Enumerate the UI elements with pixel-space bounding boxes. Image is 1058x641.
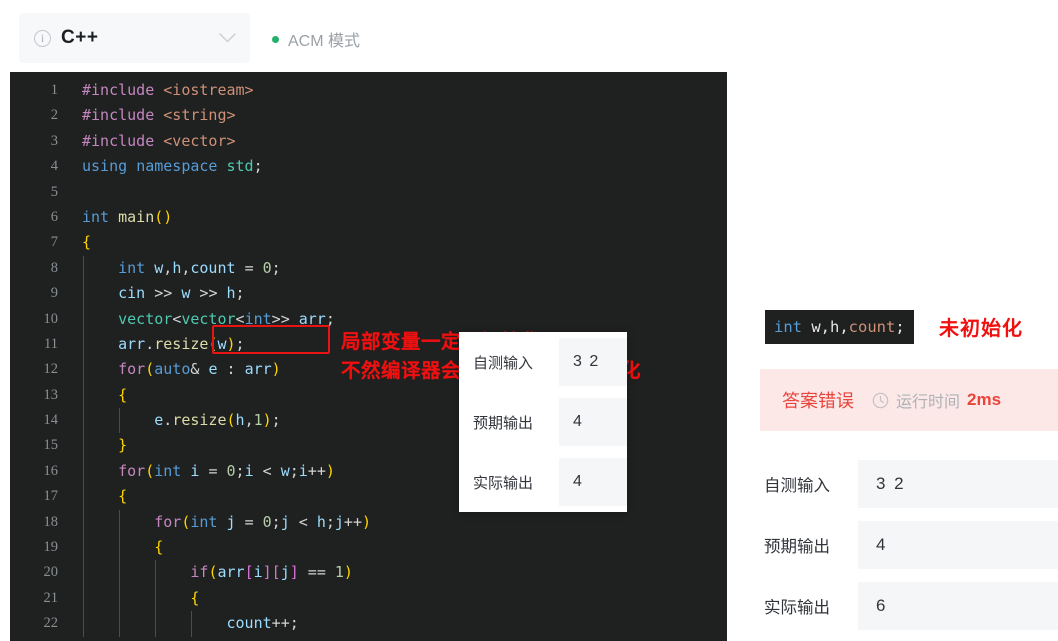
runtime-label: 运行时间 [896,394,961,411]
line-code: count++; [226,614,299,633]
line-code: { [118,385,128,404]
code-line[interactable]: 22 count++; [10,611,727,637]
snippet-name: count [848,318,896,336]
code-line[interactable]: 3 #include <vector> [10,129,727,154]
line-number: 11 [44,335,58,352]
line-code: for(auto& e : arr) [118,360,281,379]
snippet-vars: w,h, [802,318,849,336]
line-code: #include <string> [82,106,236,125]
code-line[interactable]: 19 { [10,535,727,561]
line-number: 9 [50,285,58,302]
line-number: 5 [50,183,58,200]
info-circle-icon: i [34,29,51,47]
chevron-down-icon[interactable] [219,33,236,43]
line-number: 4 [50,158,58,175]
panel-label-expected: 预期输出 [764,537,830,556]
float-row-expected: 预期输出 4 [459,392,627,452]
line-number: 16 [43,462,59,479]
line-code: #include <iostream> [82,81,254,99]
float-value-input: 3 2 [559,338,627,386]
line-code: int main() [82,207,173,226]
float-label-input: 自测输入 [473,354,534,372]
line-number: 12 [43,361,59,378]
language-label: C++ [61,27,99,48]
code-line[interactable]: 20 if(arr[i][j] == 1) [10,560,727,586]
line-number: 13 [43,386,59,403]
line-code: #include <vector> [82,131,236,150]
language-selector[interactable]: i C++ [19,13,250,63]
code-line[interactable]: 18 for(int j = 0;j < h;j++) [10,509,727,536]
line-number: 22 [43,615,59,632]
floating-result-card: 自测输入 3 2 预期输出 4 实际输出 4 [459,332,627,512]
code-line[interactable]: 9 cin >> w >> h; [10,281,727,307]
line-code: { [82,233,92,252]
panel-value-input[interactable]: 3 2 [858,459,1058,508]
status-dot-icon [272,35,279,43]
panel-value-actual: 6 [858,581,1058,630]
line-number: 20 [43,564,59,581]
line-code: for(int j = 0;j < h;j++) [154,512,371,531]
float-label-expected: 预期输出 [473,414,534,432]
snippet-end: ; [895,318,905,336]
line-number: 14 [43,412,59,429]
float-value-expected: 4 [559,398,627,446]
line-number: 15 [43,437,59,454]
acm-mode-indicator: ACM 模式 [272,26,360,52]
line-code: for(int i = 0;i < w;i++) [118,461,335,480]
line-number: 21 [43,589,59,606]
code-line[interactable]: 5 [10,180,727,205]
line-number: 18 [43,513,59,530]
line-code: if(arr[i][j] == 1) [190,563,353,582]
line-number: 10 [43,310,59,327]
app-root: i C++ ACM 模式 1 #include <iostream> 2 #inclu… [0,0,1058,641]
float-row-input: 自测输入 3 2 [459,332,627,392]
line-number: 7 [50,234,58,251]
panel-value-expected: 4 [858,520,1058,569]
line-code: { [190,588,200,607]
status-banner: 答案错误 运行时间 2ms [760,369,1058,431]
panel-label-actual: 实际输出 [764,598,830,617]
acm-mode-label: ACM 模式 [288,33,361,50]
code-line[interactable]: 7{ [10,230,727,255]
line-number: 8 [50,259,58,276]
code-line[interactable]: 2 #include <string> [10,103,727,128]
panel-row-input: 自测输入 3 2 [740,453,1058,514]
line-code: vector<vector<int>> arr; [118,309,335,328]
line-code: { [154,538,164,557]
code-snippet-uninitialized: int w,h, count; [765,310,914,344]
float-value-actual: 4 [559,458,627,506]
panel-row-actual: 实际输出 6 [740,575,1058,636]
runtime-value: 2ms [967,390,1002,409]
panel-label-input: 自测输入 [764,476,830,495]
panel-row-expected: 预期输出 4 [740,514,1058,575]
code-line[interactable]: 8 int w,h,count = 0; [10,255,727,282]
float-label-actual: 实际输出 [473,474,534,492]
code-line[interactable]: 21 { [10,585,727,612]
result-panel: int w,h, count; 未初始化 答案错误 运行时间 2ms 自测输入 3… [740,72,1058,641]
status-verdict: 答案错误 [782,391,854,411]
line-code: cin >> w >> h; [118,284,245,303]
line-code: { [118,487,128,506]
line-code: arr.resize(w); [118,334,245,353]
line-number: 2 [50,107,58,124]
code-line[interactable]: 4 using namespace std; [10,154,727,179]
float-row-actual: 实际输出 4 [459,452,627,512]
line-code: using namespace std; [82,157,263,176]
snippet-keyword: int [774,318,802,336]
code-line[interactable]: 6 int main() [10,205,727,230]
line-code: } [118,436,128,455]
line-number: 3 [50,132,58,149]
line-code: e.resize(h,1); [154,411,281,430]
line-number: 17 [43,488,59,505]
line-number: 6 [50,208,58,225]
code-line[interactable]: 1 #include <iostream> [10,78,727,103]
line-code: int w,h,count = 0; [118,258,281,277]
top-toolbar: i C++ ACM 模式 [0,0,1058,72]
clock-icon [872,392,889,409]
line-number: 1 [50,82,58,98]
line-number: 19 [43,539,59,556]
annotation-uninitialized: 未初始化 [939,316,1023,340]
